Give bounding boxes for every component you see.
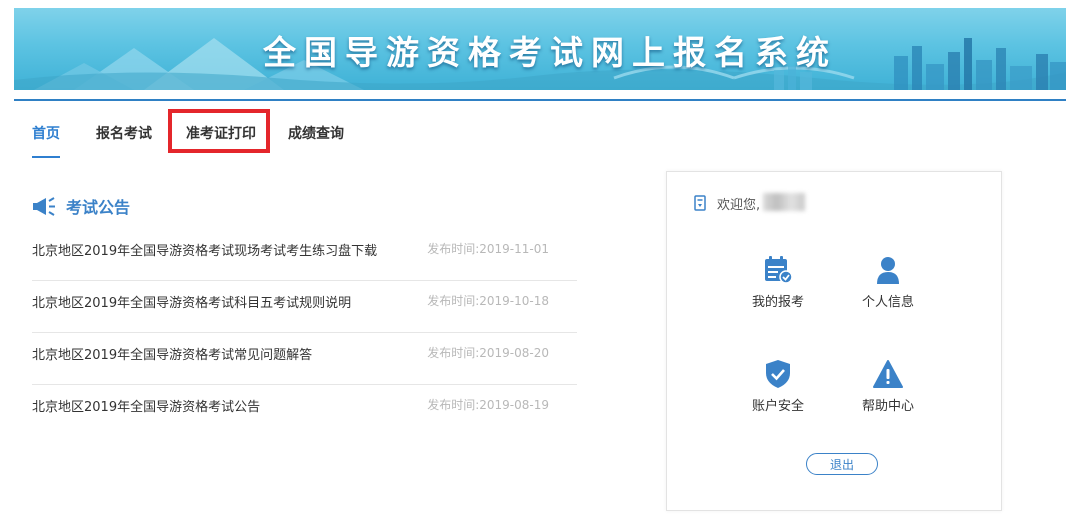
notice-date: 发布时间:2019-11-01 <box>427 242 549 256</box>
notice-title[interactable]: 北京地区2019年全国导游资格考试公告 <box>32 396 260 415</box>
user-icon <box>877 257 899 284</box>
tile-my-registration[interactable]: 我的报考 <box>733 255 823 325</box>
tile-account-security[interactable]: 账户安全 <box>733 359 823 429</box>
notice-title[interactable]: 北京地区2019年全国导游资格考试科目五考试规则说明 <box>32 292 351 311</box>
megaphone-icon <box>33 197 55 216</box>
notice-date: 发布时间:2019-10-18 <box>427 294 549 308</box>
notice-title[interactable]: 北京地区2019年全国导游资格考试现场考试考生练习盘下载 <box>32 240 377 259</box>
banner-title: 全国导游资格考试网上报名系统 <box>263 33 837 72</box>
highlight-annotation-box <box>168 109 270 153</box>
tile-label: 帮助中心 <box>861 399 914 414</box>
notices-header: 考试公告 <box>32 192 577 218</box>
tile-label: 个人信息 <box>861 295 914 310</box>
notice-item[interactable]: 北京地区2019年全国导游资格考试常见问题解答 发布时间:2019-08-20 <box>32 344 577 385</box>
main-nav: 首页 报名考试 准考证打印 成绩查询 <box>14 101 574 161</box>
notice-item[interactable]: 北京地区2019年全国导游资格考试现场考试考生练习盘下载 发布时间:2019-1… <box>32 240 577 281</box>
warning-icon <box>873 360 903 388</box>
notice-date: 发布时间:2019-08-20 <box>427 346 549 360</box>
notice-item[interactable]: 北京地区2019年全国导游资格考试科目五考试规则说明 发布时间:2019-10-… <box>32 292 577 333</box>
tile-label: 账户安全 <box>751 399 804 414</box>
nav-item-score-query[interactable]: 成绩查询 <box>288 123 344 143</box>
header-banner: 全国导游资格考试网上报名系统 <box>14 8 1066 90</box>
tile-personal-info[interactable]: 个人信息 <box>843 255 933 325</box>
notice-date: 发布时间:2019-08-19 <box>427 398 549 412</box>
shield-check-icon <box>766 360 790 388</box>
user-panel: 欢迎您, 我的报考 个人信息 账户安全 帮助中心 退出 <box>666 171 1002 511</box>
nav-item-register-exam[interactable]: 报名考试 <box>96 123 152 143</box>
notice-title[interactable]: 北京地区2019年全国导游资格考试常见问题解答 <box>32 344 312 363</box>
user-card-icon <box>694 195 706 211</box>
username-redacted <box>763 193 805 211</box>
page: 全国导游资格考试网上报名系统 首页 报名考试 准考证打印 成绩查询 考试公告 北… <box>0 0 1080 526</box>
tile-label: 我的报考 <box>751 295 804 310</box>
nav-item-home[interactable]: 首页 <box>32 123 60 143</box>
notices-title: 考试公告 <box>66 198 131 217</box>
logout-button[interactable]: 退出 <box>806 453 878 475</box>
notice-item[interactable]: 北京地区2019年全国导游资格考试公告 发布时间:2019-08-19 <box>32 396 577 436</box>
nav-active-indicator <box>32 156 60 158</box>
welcome-text: 欢迎您, <box>717 198 761 213</box>
notices-section: 考试公告 北京地区2019年全国导游资格考试现场考试考生练习盘下载 发布时间:2… <box>32 192 577 415</box>
tile-help-center[interactable]: 帮助中心 <box>843 359 933 429</box>
calendar-check-icon <box>765 256 793 284</box>
